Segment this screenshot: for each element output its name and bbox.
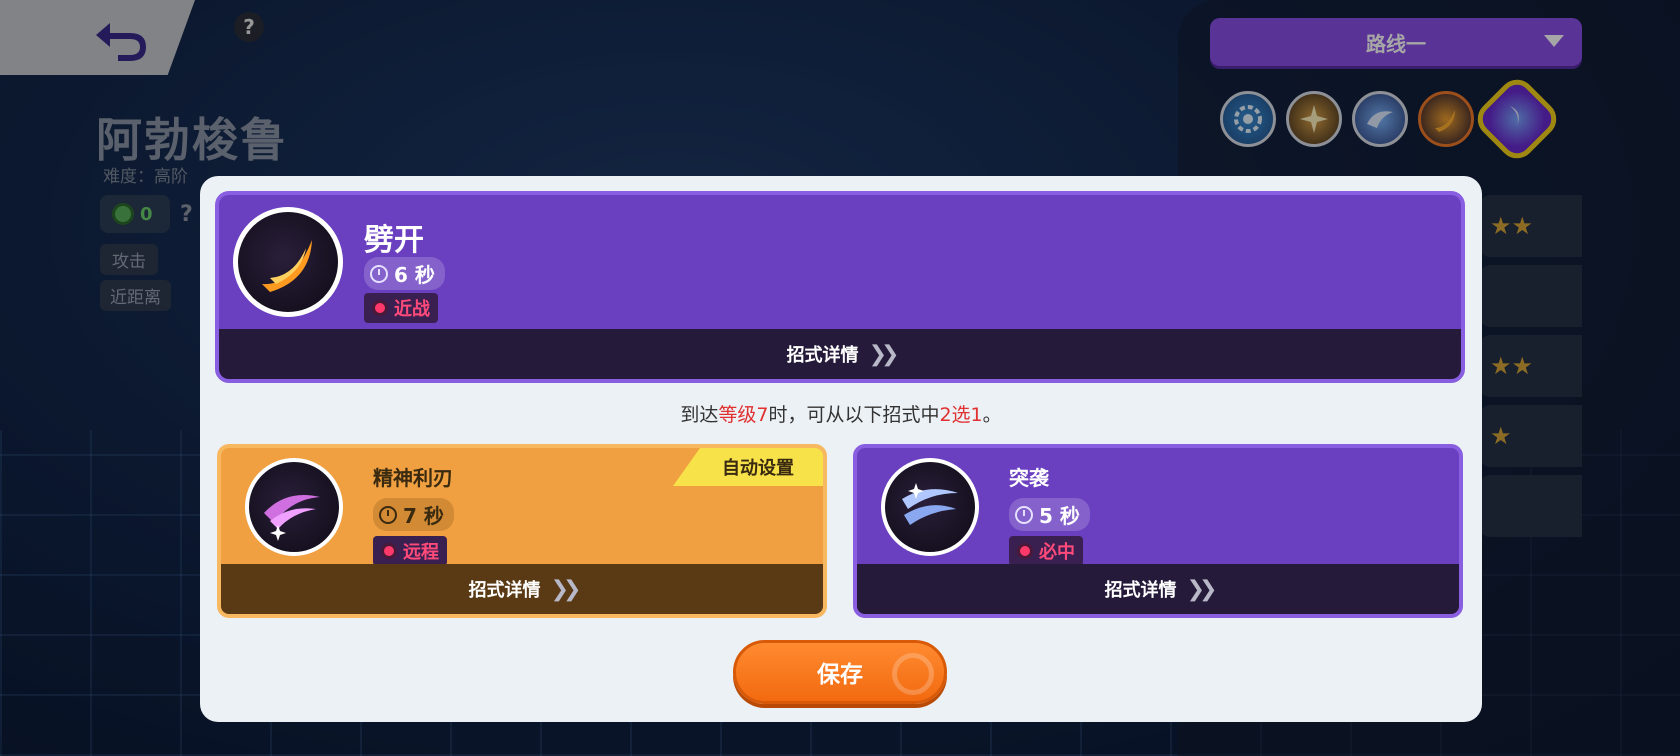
cooldown-value: 6 秒 [394, 263, 435, 287]
clock-icon [379, 505, 397, 524]
save-button[interactable]: 保存 [733, 640, 947, 704]
pokeball-icon [892, 653, 934, 695]
clock-icon [370, 264, 388, 283]
night-slash-art-icon [881, 458, 979, 556]
melee-type-icon [372, 300, 388, 316]
option-cooldown: 5 秒 [1009, 498, 1090, 531]
hint-prefix: 到达 [680, 404, 719, 426]
auto-set-badge: 自动设置 [673, 448, 823, 486]
type-label: 必中 [1039, 542, 1075, 563]
main-move-type: 近战 [364, 293, 438, 323]
option-type: 远程 [373, 536, 447, 566]
double-chevron-right-icon: ❯❯ [550, 576, 582, 602]
option-detail-button[interactable]: 招式详情 ❯❯ [857, 564, 1459, 614]
type-label: 近战 [394, 299, 430, 320]
main-move-cooldown: 6 秒 [364, 257, 445, 290]
detail-label: 招式详情 [468, 580, 541, 601]
move-option-psycho-cut[interactable]: 自动设置 精神利刃 7 秒 远程 招式详情 ❯❯ [217, 444, 827, 618]
level-choice-hint: 到达等级7时，可从以下招式中2选1。 [200, 400, 1482, 427]
clock-icon [1015, 505, 1033, 524]
double-chevron-right-icon: ❯❯ [1186, 576, 1218, 602]
hint-level: 等级7 [718, 404, 769, 426]
cooldown-value: 5 秒 [1039, 504, 1080, 528]
double-chevron-right-icon: ❯❯ [868, 341, 900, 367]
hint-choice: 2选1 [939, 404, 983, 426]
hint-suffix: 。 [982, 404, 1002, 426]
move-option-night-slash[interactable]: 突袭 5 秒 必中 招式详情 ❯❯ [853, 444, 1463, 618]
option-name: 精神利刃 [373, 466, 453, 490]
option-name: 突袭 [1009, 466, 1049, 490]
main-move-name: 劈开 [364, 223, 424, 258]
option-type: 必中 [1009, 536, 1083, 566]
type-label: 远程 [403, 542, 439, 563]
sure-hit-type-icon [1017, 543, 1033, 559]
option-detail-button[interactable]: 招式详情 ❯❯ [221, 564, 823, 614]
main-move-detail-button[interactable]: 招式详情 ❯❯ [219, 329, 1461, 379]
cooldown-value: 7 秒 [403, 504, 444, 528]
detail-label: 招式详情 [786, 345, 859, 366]
psycho-cut-art-icon [245, 458, 343, 556]
main-move-card[interactable]: 劈开 6 秒 近战 招式详情 ❯❯ [215, 191, 1465, 383]
save-label: 保存 [817, 662, 863, 688]
detail-label: 招式详情 [1104, 580, 1177, 601]
option-cooldown: 7 秒 [373, 498, 454, 531]
slash-move-art-icon [233, 207, 343, 317]
ranged-type-icon [381, 543, 397, 559]
hint-middle: 时，可从以下招式中 [768, 404, 940, 426]
